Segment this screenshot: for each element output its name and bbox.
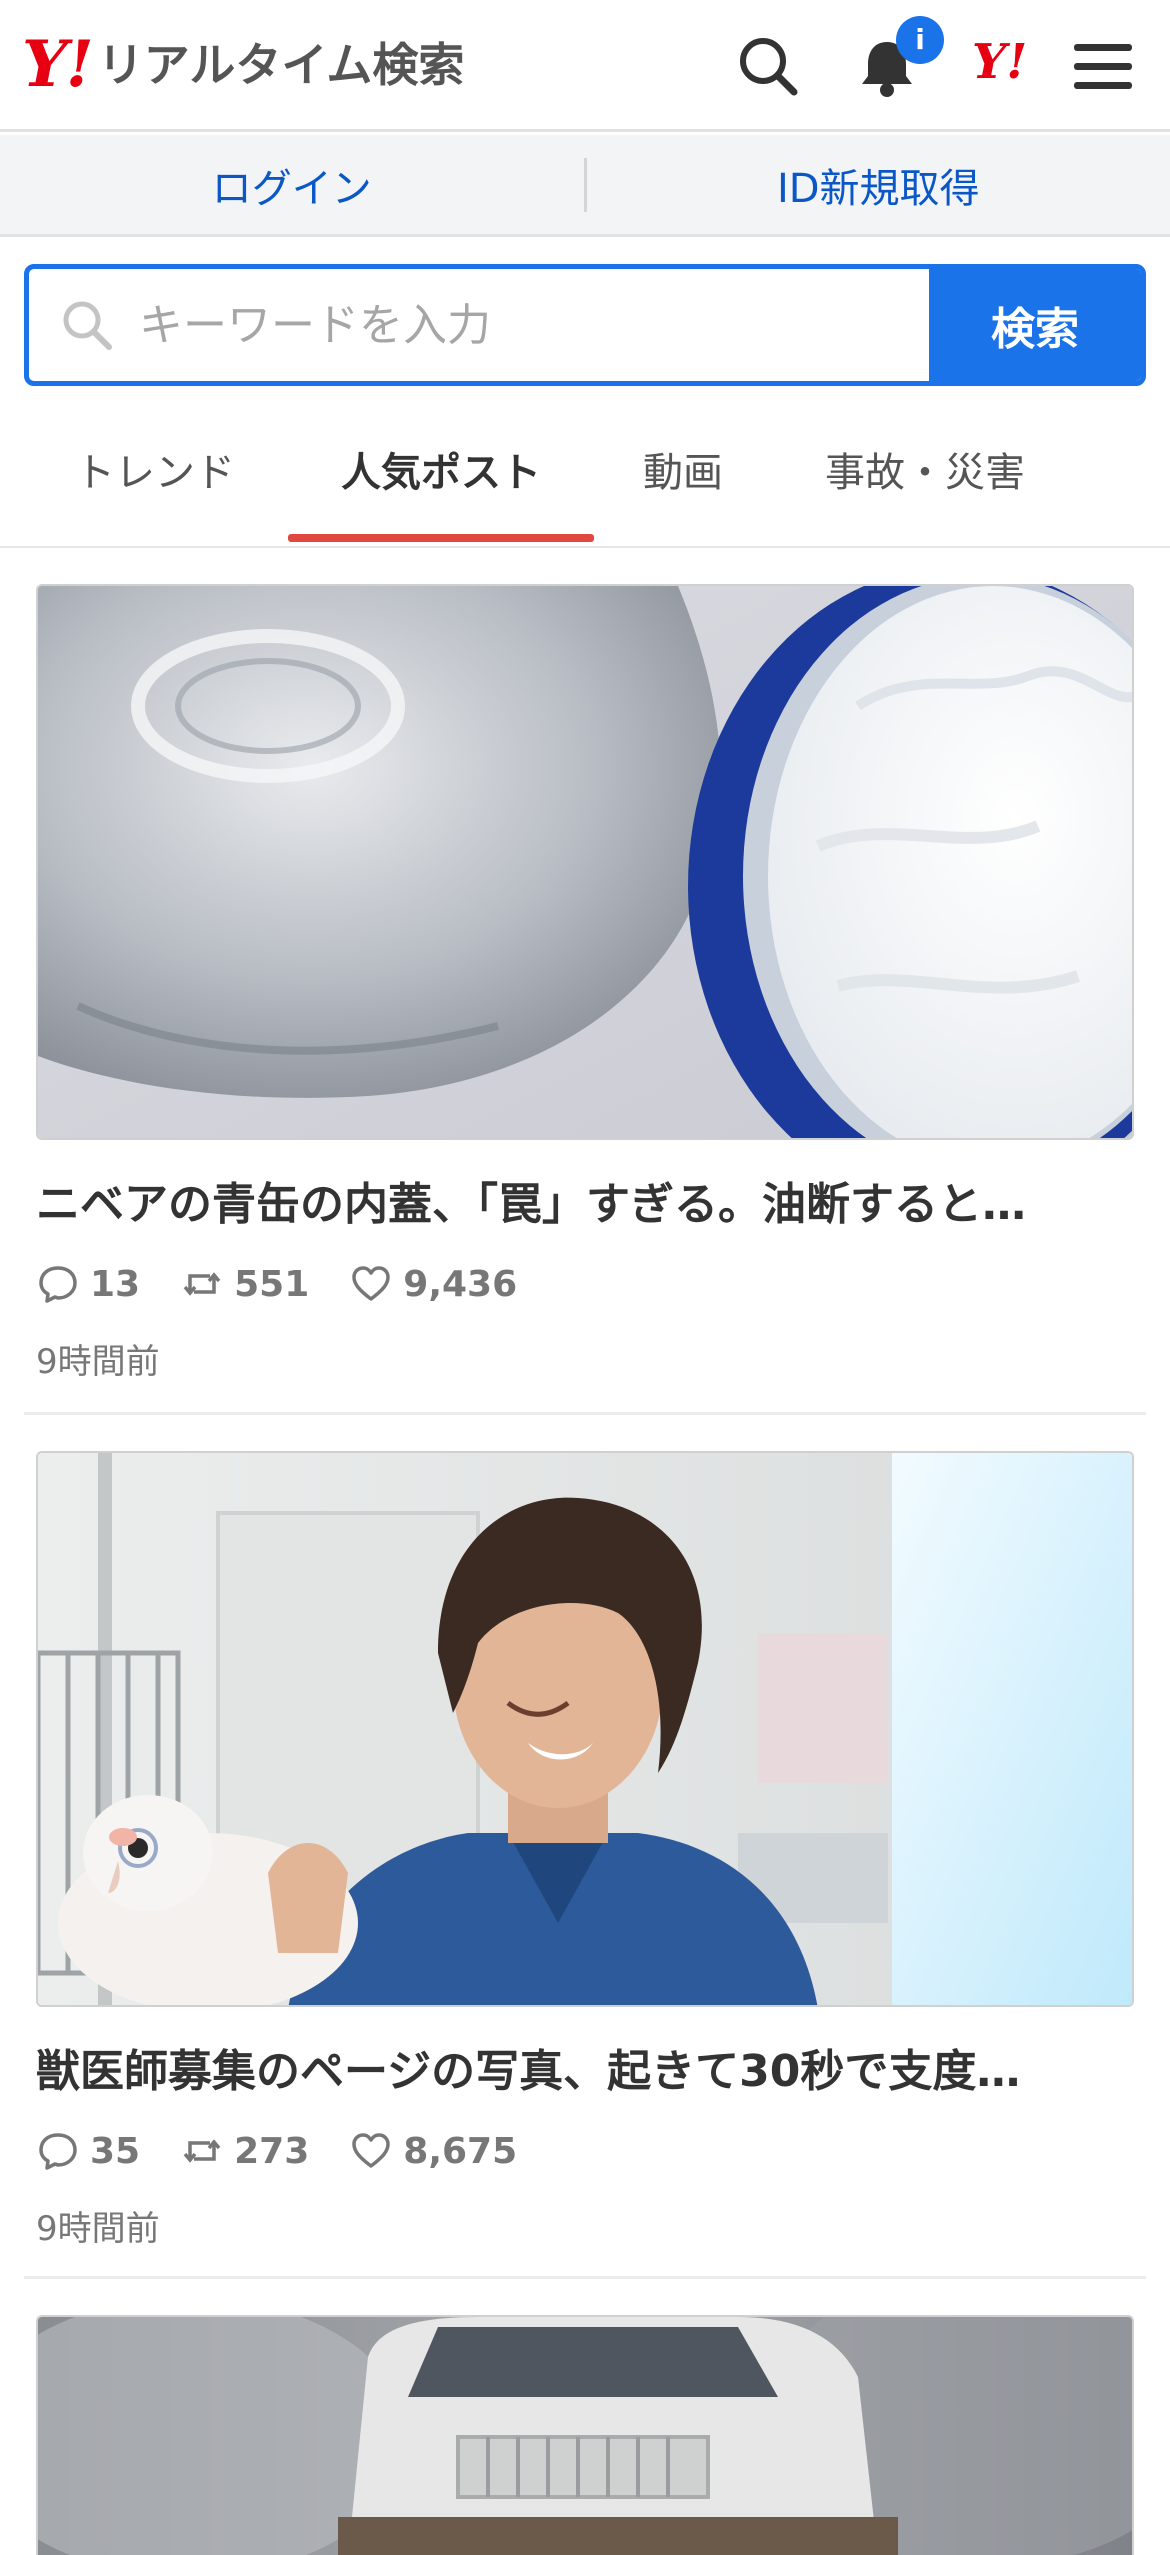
reply-icon xyxy=(36,1262,80,1306)
logo-text: リアルタイム検索 xyxy=(98,42,465,88)
post-card[interactable]: ニベアの青缶の内蓋、「罠」すぎる。油断すると… 13 551 9,436 9時間… xyxy=(36,584,1134,1383)
tab-accident-disaster[interactable]: 事故・災害 xyxy=(790,400,1060,546)
post-thumbnail[interactable] xyxy=(36,2315,1134,2555)
like-count-value: 8,675 xyxy=(403,2131,517,2172)
like-count[interactable]: 8,675 xyxy=(349,2129,517,2173)
search-box: 検索 xyxy=(24,264,1146,386)
reply-count[interactable]: 35 xyxy=(36,2129,140,2173)
post-separator xyxy=(24,2276,1146,2279)
repost-count[interactable]: 273 xyxy=(180,2129,309,2173)
hamburger-menu-icon[interactable] xyxy=(1066,30,1140,104)
tab-popular-posts[interactable]: 人気ポスト xyxy=(288,400,594,546)
post-separator xyxy=(24,1412,1146,1415)
like-count[interactable]: 9,436 xyxy=(349,1262,517,1306)
repost-icon xyxy=(180,1262,224,1306)
login-link[interactable]: ログイン xyxy=(0,156,584,214)
yahoo-account-icon[interactable]: Y! xyxy=(972,34,1027,90)
post-stats: 13 551 9,436 xyxy=(36,1262,1134,1306)
reply-count[interactable]: 13 xyxy=(36,1262,140,1306)
repost-count-value: 273 xyxy=(234,2131,309,2172)
category-tabs: トレンド 人気ポスト 動画 事故・災害 xyxy=(0,400,1170,548)
repost-icon xyxy=(180,2129,224,2173)
post-timestamp: 9時間前 xyxy=(36,2201,1134,2250)
post-stats: 35 273 8,675 xyxy=(36,2129,1134,2173)
post-thumbnail[interactable] xyxy=(36,1451,1134,2007)
yahoo-realtime-logo[interactable]: Y! リアルタイム検索 xyxy=(22,30,464,100)
post-timestamp: 9時間前 xyxy=(36,1334,1134,1383)
post-card[interactable] xyxy=(36,2315,1134,2555)
post-title[interactable]: 獣医師募集のページの写真、起きて30秒で支度… xyxy=(36,2035,1134,2099)
post-card[interactable]: 獣医師募集のページの写真、起きて30秒で支度… 35 273 8,675 9時間… xyxy=(36,1451,1134,2250)
search-input[interactable] xyxy=(139,269,939,381)
search-button[interactable]: 検索 xyxy=(929,269,1141,381)
yahoo-logo-mark: Y! xyxy=(22,33,92,97)
active-tab-indicator xyxy=(288,534,594,542)
register-id-link[interactable]: ID新規取得 xyxy=(587,156,1170,214)
like-count-value: 9,436 xyxy=(403,1264,517,1305)
heart-icon xyxy=(349,1262,393,1306)
notification-badge: i xyxy=(896,16,944,64)
reply-count-value: 13 xyxy=(90,1264,140,1305)
search-icon[interactable] xyxy=(732,30,806,104)
tab-video[interactable]: 動画 xyxy=(608,400,758,546)
login-bar: ログイン ID新規取得 xyxy=(0,135,1170,237)
header: Y! リアルタイム検索 i Y! xyxy=(0,0,1170,132)
heart-icon xyxy=(349,2129,393,2173)
tab-trend[interactable]: トレンド xyxy=(40,400,270,546)
search-icon xyxy=(59,297,115,353)
reply-icon xyxy=(36,2129,80,2173)
repost-count[interactable]: 551 xyxy=(180,1262,309,1306)
post-title[interactable]: ニベアの青缶の内蓋、「罠」すぎる。油断すると… xyxy=(36,1168,1134,1232)
repost-count-value: 551 xyxy=(234,1264,309,1305)
reply-count-value: 35 xyxy=(90,2131,140,2172)
post-thumbnail[interactable] xyxy=(36,584,1134,1140)
